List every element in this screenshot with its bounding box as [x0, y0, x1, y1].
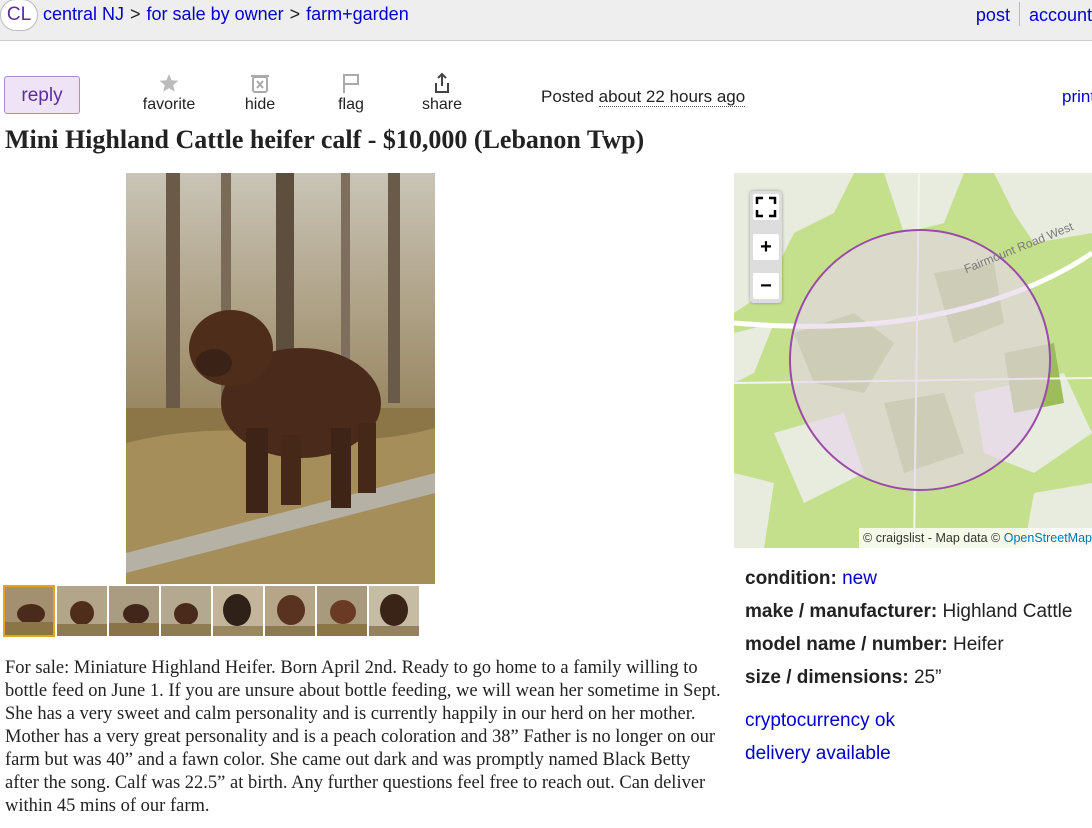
thumbnail[interactable] [213, 586, 263, 636]
hide-label: hide [244, 96, 276, 113]
location-map[interactable]: Fairmount Road West + − © craigslist - M… [734, 173, 1092, 548]
reply-button[interactable]: reply [4, 76, 80, 114]
thumbnail-image [161, 586, 211, 636]
attribute-make: make / manufacturer: Highland Cattle [745, 599, 1072, 632]
attribute-size: size / dimensions: 25” [745, 665, 1072, 698]
favorite-button[interactable]: favorite [140, 72, 198, 114]
zoom-out-button[interactable]: − [753, 273, 779, 299]
share-label: share [421, 96, 463, 113]
thumbnail-image [369, 586, 419, 636]
breadcrumb: central NJ > for sale by owner > farm+garden [43, 4, 409, 25]
delivery-flag-link[interactable]: delivery available [745, 741, 1072, 774]
zoom-in-button[interactable]: + [753, 234, 779, 260]
breadcrumb-section[interactable]: for sale by owner [147, 4, 284, 24]
calf-photo-illustration [126, 173, 435, 584]
thumbnail[interactable] [57, 586, 107, 636]
crypto-flag-link[interactable]: cryptocurrency ok [745, 708, 1072, 741]
attribute-gap [745, 698, 1072, 708]
flag-button[interactable]: flag [335, 72, 367, 114]
user-links: post account [976, 2, 1092, 28]
listing-title: Mini Highland Cattle heifer calf - $10,0… [5, 125, 645, 154]
thumbnail-image [317, 586, 367, 636]
thumbnail[interactable] [369, 586, 419, 636]
breadcrumb-separator: > [130, 4, 141, 24]
attribute-label: make / manufacturer: [745, 601, 938, 622]
share-icon [435, 72, 449, 93]
thumbnail[interactable] [161, 586, 211, 636]
breadcrumb-category[interactable]: farm+garden [306, 4, 409, 24]
thumbnail-image [265, 586, 315, 636]
posted-label: Posted [541, 87, 594, 106]
map-controls: + − [750, 191, 782, 303]
listing-photo[interactable] [126, 173, 435, 584]
attribute-condition: condition: new [745, 566, 1072, 599]
flag-icon [343, 74, 359, 93]
thumbnail-image [57, 586, 107, 636]
account-link[interactable]: account [1029, 5, 1092, 25]
attribute-model: model name / number: Heifer [745, 632, 1072, 665]
map-tiles [734, 173, 1092, 548]
attribute-label: model name / number: [745, 634, 948, 655]
attribute-group: condition: new make / manufacturer: High… [745, 566, 1072, 774]
thumbnail[interactable] [317, 586, 367, 636]
thumbnail-image [109, 586, 159, 636]
attribute-label: condition: [745, 568, 837, 589]
posted-date: Posted about 22 hours ago [541, 87, 746, 107]
breadcrumb-area[interactable]: central NJ [43, 4, 124, 24]
link-divider [1018, 2, 1020, 26]
print-link[interactable]: print [1062, 87, 1092, 107]
favorite-label: favorite [142, 96, 196, 113]
posted-time: about 22 hours ago [598, 87, 746, 107]
thumbnail[interactable] [109, 586, 159, 636]
openstreetmap-link[interactable]: OpenStreetMap [1004, 531, 1092, 545]
thumbnail-image [213, 586, 263, 636]
attribute-value: Heifer [952, 634, 1004, 655]
craigslist-logo[interactable]: CL [0, 0, 38, 31]
attribute-value-link[interactable]: new [842, 568, 877, 589]
attribute-value: 25” [913, 667, 942, 688]
top-bar: CL central NJ > for sale by owner > farm+gar… [0, 0, 1092, 41]
attribute-label: size / dimensions: [745, 667, 909, 688]
post-link[interactable]: post [976, 5, 1010, 25]
attribution-text: © craigslist - Map data © [863, 531, 1001, 545]
star-icon [159, 74, 179, 92]
breadcrumb-separator: > [289, 4, 301, 24]
fullscreen-icon [755, 196, 777, 218]
fullscreen-button[interactable] [753, 194, 779, 220]
map-attribution: © craigslist - Map data © OpenStreetMap [859, 528, 1092, 548]
thumbnail[interactable] [265, 586, 315, 636]
attribute-value: Highland Cattle [942, 601, 1073, 622]
thumbnail[interactable] [3, 585, 55, 637]
share-button[interactable]: share [418, 72, 466, 114]
flag-label: flag [338, 96, 364, 113]
trash-icon [251, 75, 269, 93]
listing-body: For sale: Miniature Highland Heifer. Bor… [5, 658, 721, 816]
thumbnail-image [4, 586, 54, 636]
hide-button[interactable]: hide [240, 72, 280, 114]
